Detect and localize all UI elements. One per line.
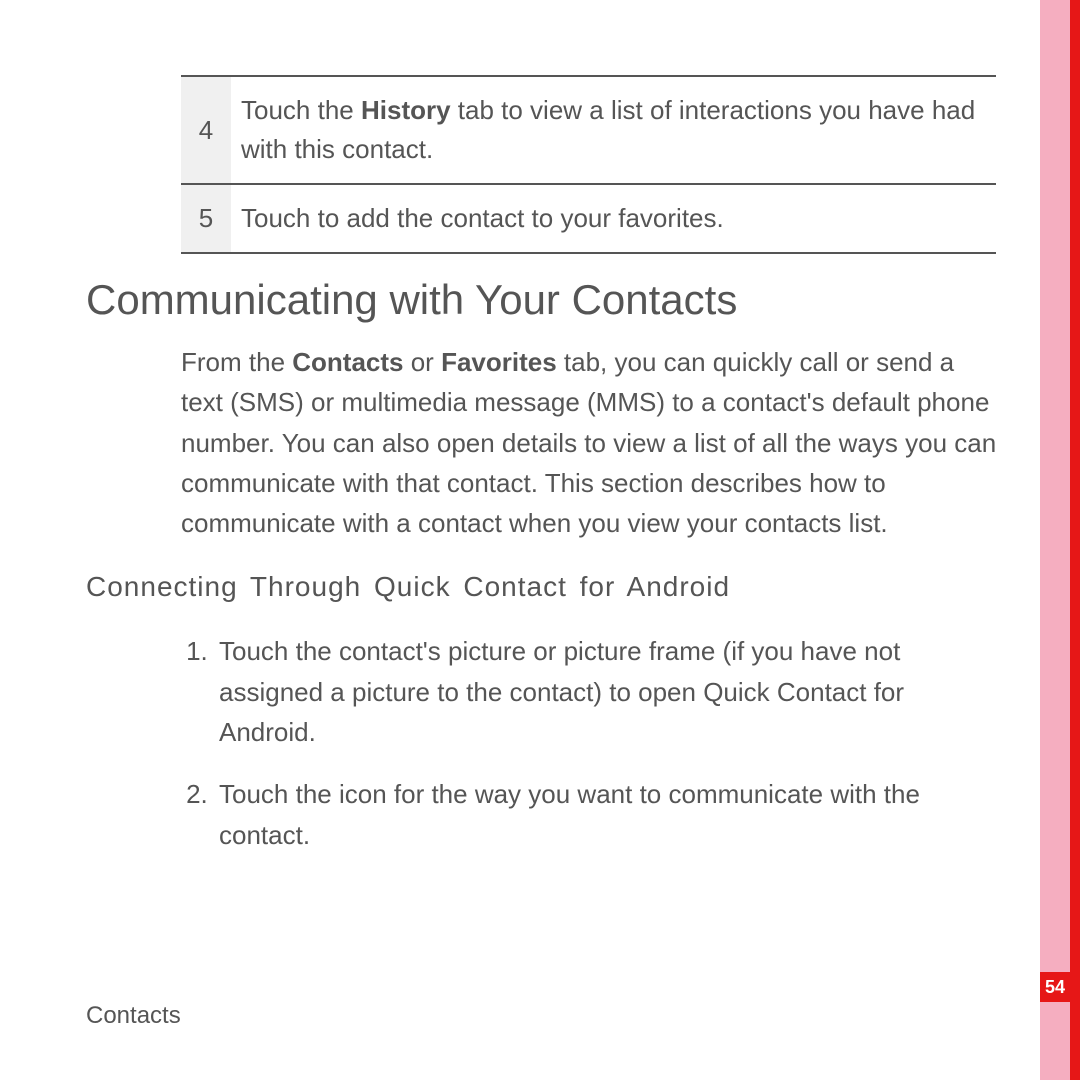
step-number-cell: 4	[181, 76, 231, 184]
step-number-cell: 5	[181, 184, 231, 253]
bold-term: Favorites	[441, 347, 557, 377]
body-paragraph: From the Contacts or Favorites tab, you …	[181, 342, 1001, 543]
text-fragment: Touch the	[241, 95, 361, 125]
steps-table: 4 Touch the History tab to view a list o…	[181, 75, 996, 254]
bold-term: History	[361, 95, 451, 125]
ordered-list: Touch the contact's picture or picture f…	[181, 631, 1001, 854]
subsection-heading: Connecting Through Quick Contact for And…	[86, 571, 1001, 603]
section-heading: Communicating with Your Contacts	[86, 276, 1001, 324]
step-text-cell: Touch to add the contact to your favorit…	[231, 184, 996, 253]
page-number: 54	[1040, 972, 1070, 1002]
sidebar-red	[1070, 0, 1080, 1080]
step-text-cell: Touch the History tab to view a list of …	[231, 76, 996, 184]
page: 54 Contacts 4 Touch the History tab to v…	[0, 0, 1080, 1080]
footer-section-label: Contacts	[86, 1002, 181, 1030]
text-fragment: From the	[181, 347, 292, 377]
bold-term: Contacts	[292, 347, 403, 377]
table-row: 4 Touch the History tab to view a list o…	[181, 76, 996, 184]
text-fragment: or	[404, 347, 442, 377]
table-row: 5 Touch to add the contact to your favor…	[181, 184, 996, 253]
list-item: Touch the contact's picture or picture f…	[215, 631, 1001, 752]
sidebar-pink	[1040, 0, 1070, 1080]
content-area: 4 Touch the History tab to view a list o…	[86, 75, 1001, 877]
list-item: Touch the icon for the way you want to c…	[215, 774, 1001, 855]
